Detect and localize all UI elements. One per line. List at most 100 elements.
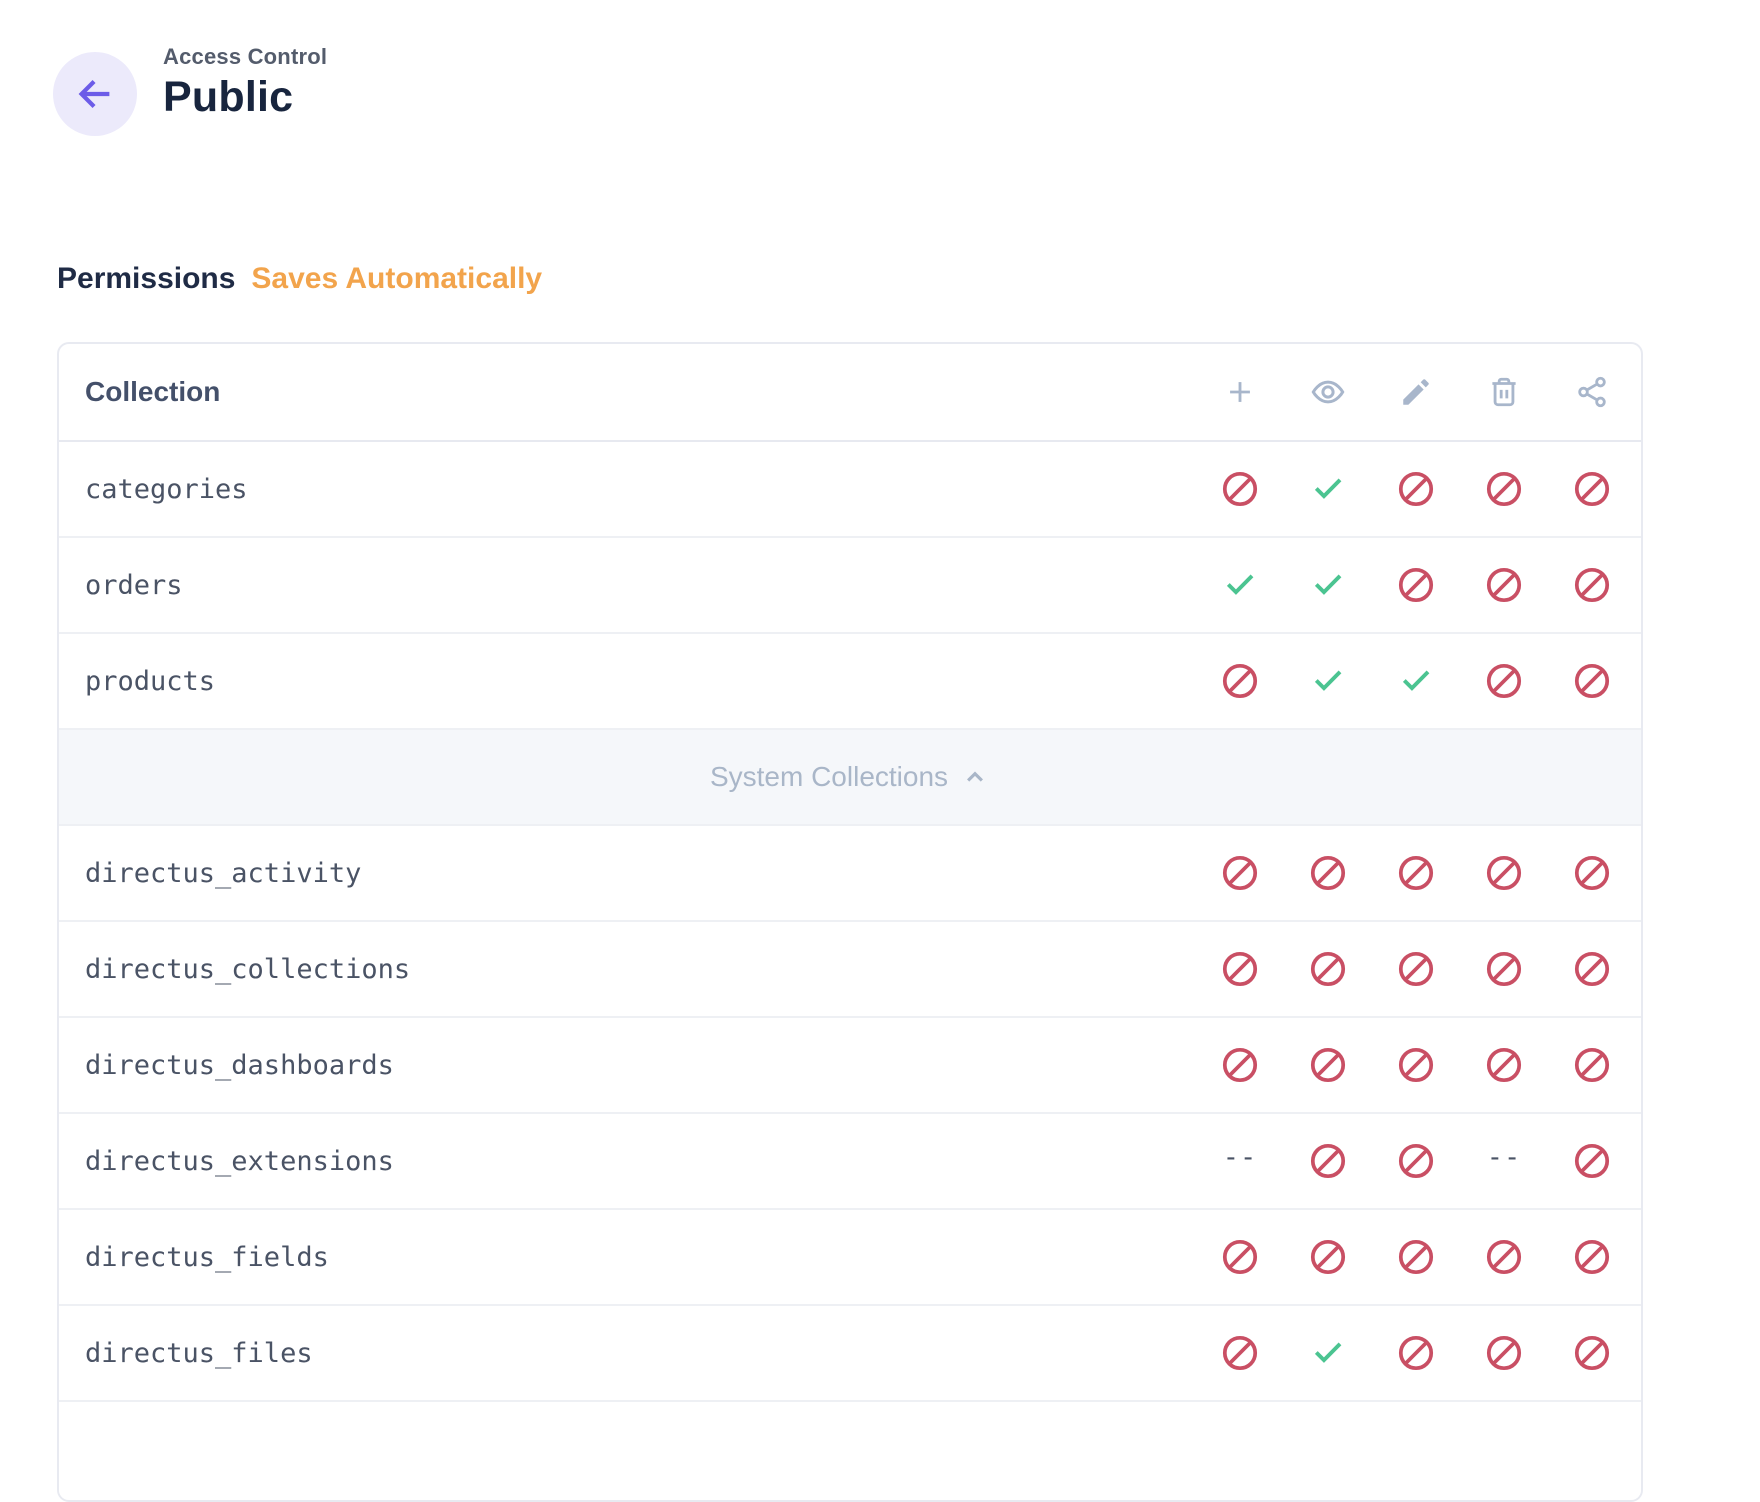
back-button[interactable]: [53, 52, 137, 136]
block-icon: [1397, 566, 1435, 604]
permission-cells: [1196, 662, 1641, 700]
permission-toggle-update[interactable]: [1372, 1142, 1460, 1180]
permission-toggle-delete[interactable]: [1460, 1046, 1548, 1084]
permission-toggle-delete[interactable]: [1460, 1334, 1548, 1372]
block-icon: [1221, 1238, 1259, 1276]
permission-toggle-create[interactable]: [1196, 1046, 1284, 1084]
block-icon: [1485, 662, 1523, 700]
block-icon: [1309, 1046, 1347, 1084]
permission-toggle-delete[interactable]: [1460, 1238, 1548, 1276]
permission-toggle-share[interactable]: [1548, 566, 1636, 604]
permission-toggle-delete[interactable]: [1460, 854, 1548, 892]
table-row: orders: [59, 538, 1641, 634]
collection-name: directus_extensions: [59, 1146, 1196, 1177]
table-row: [59, 1402, 1641, 1498]
permission-toggle-update[interactable]: [1372, 662, 1460, 698]
table-body: categories orders products System Collectio…: [59, 442, 1641, 1498]
permission-toggle-delete[interactable]: [1460, 950, 1548, 988]
check-icon: [1310, 566, 1346, 602]
permission-toggle-create[interactable]: --: [1196, 1142, 1284, 1173]
block-icon: [1485, 566, 1523, 604]
block-icon: [1573, 1046, 1611, 1084]
breadcrumb[interactable]: Access Control: [163, 44, 327, 70]
block-icon: [1573, 662, 1611, 700]
permission-toggle-share[interactable]: [1548, 1142, 1636, 1180]
permission-cells: [1196, 1238, 1641, 1276]
permission-toggle-share[interactable]: [1548, 662, 1636, 700]
block-icon: [1485, 470, 1523, 508]
permission-toggle-create[interactable]: [1196, 854, 1284, 892]
permission-toggle-delete[interactable]: [1460, 662, 1548, 700]
system-collections-divider[interactable]: System Collections: [59, 730, 1641, 826]
block-icon: [1221, 470, 1259, 508]
permission-cells: [1196, 854, 1641, 892]
permissions-table: Collection categories orders products Syste…: [57, 342, 1643, 1502]
block-icon: [1221, 662, 1259, 700]
table-header-row: Collection: [59, 344, 1641, 442]
block-icon: [1573, 1142, 1611, 1180]
block-icon: [1397, 950, 1435, 988]
check-icon: [1310, 470, 1346, 506]
block-icon: [1485, 854, 1523, 892]
permission-toggle-update[interactable]: [1372, 1238, 1460, 1276]
permission-toggle-share[interactable]: [1548, 470, 1636, 508]
permission-toggle-update[interactable]: [1372, 1334, 1460, 1372]
permission-toggle-share[interactable]: [1548, 1046, 1636, 1084]
permission-toggle-create[interactable]: [1196, 662, 1284, 700]
title-block: Access Control Public: [163, 44, 327, 122]
block-icon: [1397, 854, 1435, 892]
permission-toggle-create[interactable]: [1196, 566, 1284, 602]
collection-name: directus_fields: [59, 1242, 1196, 1273]
permissions-heading: Permissions: [57, 262, 235, 295]
permission-toggle-share[interactable]: [1548, 1238, 1636, 1276]
no-permission-label: --: [1223, 1142, 1258, 1173]
collection-name: directus_collections: [59, 954, 1196, 985]
chevron-up-icon: [960, 762, 990, 792]
check-icon: [1222, 566, 1258, 602]
permission-toggle-create[interactable]: [1196, 1334, 1284, 1372]
permission-toggle-share[interactable]: [1548, 854, 1636, 892]
block-icon: [1309, 1238, 1347, 1276]
permission-toggle-create[interactable]: [1196, 950, 1284, 988]
permission-toggle-update[interactable]: [1372, 566, 1460, 604]
permission-toggle-read[interactable]: [1284, 854, 1372, 892]
block-icon: [1573, 950, 1611, 988]
permission-toggle-read[interactable]: [1284, 566, 1372, 602]
table-row: directus_activity: [59, 826, 1641, 922]
permission-toggle-update[interactable]: [1372, 854, 1460, 892]
permission-toggle-read[interactable]: [1284, 1142, 1372, 1180]
block-icon: [1485, 1238, 1523, 1276]
share-icon: [1548, 374, 1636, 410]
collection-name: products: [59, 666, 1196, 697]
permission-toggle-create[interactable]: [1196, 470, 1284, 508]
permission-toggle-delete[interactable]: --: [1460, 1142, 1548, 1173]
permission-toggle-delete[interactable]: [1460, 470, 1548, 508]
permission-toggle-read[interactable]: [1284, 1238, 1372, 1276]
permission-toggle-delete[interactable]: [1460, 566, 1548, 604]
permission-toggle-update[interactable]: [1372, 470, 1460, 508]
collection-name: orders: [59, 570, 1196, 601]
permission-toggle-read[interactable]: [1284, 662, 1372, 698]
permission-toggle-create[interactable]: [1196, 1238, 1284, 1276]
arrow-left-icon: [72, 71, 118, 117]
permission-toggle-read[interactable]: [1284, 950, 1372, 988]
permission-cells: [1196, 470, 1641, 508]
permission-cells: -- --: [1196, 1142, 1641, 1180]
block-icon: [1397, 1142, 1435, 1180]
trash-icon: [1460, 374, 1548, 410]
collection-name: categories: [59, 474, 1196, 505]
permission-toggle-update[interactable]: [1372, 1046, 1460, 1084]
permission-toggle-share[interactable]: [1548, 950, 1636, 988]
permission-toggle-read[interactable]: [1284, 470, 1372, 506]
block-icon: [1397, 1046, 1435, 1084]
permission-toggle-read[interactable]: [1284, 1046, 1372, 1084]
block-icon: [1221, 854, 1259, 892]
block-icon: [1221, 950, 1259, 988]
collection-name: directus_activity: [59, 858, 1196, 889]
check-icon: [1398, 662, 1434, 698]
permission-toggle-read[interactable]: [1284, 1334, 1372, 1370]
permission-toggle-share[interactable]: [1548, 1334, 1636, 1372]
permission-toggle-update[interactable]: [1372, 950, 1460, 988]
table-row: directus_files: [59, 1306, 1641, 1402]
page-title: Public: [163, 73, 327, 122]
